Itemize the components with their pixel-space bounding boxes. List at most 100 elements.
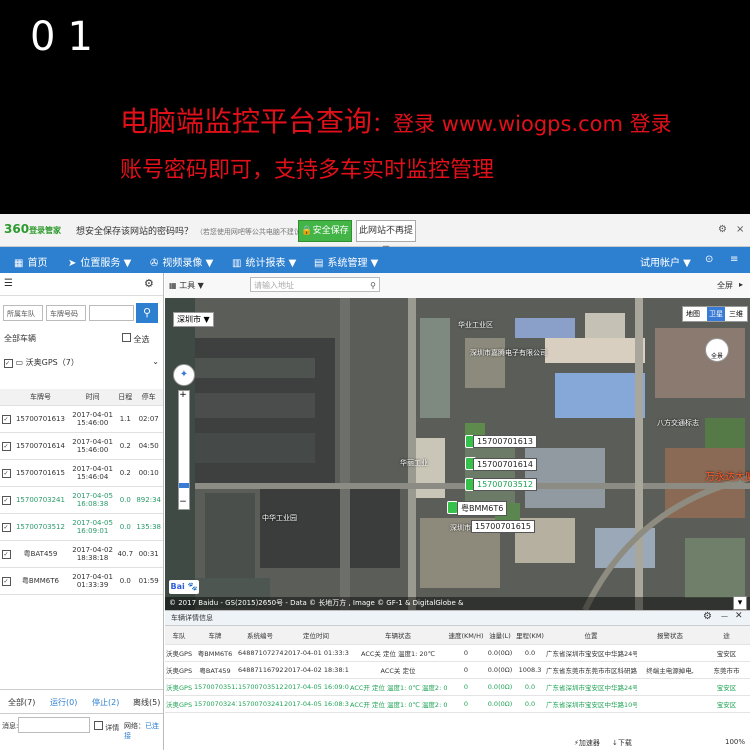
- vehicle-label[interactable]: 15700701614: [473, 458, 537, 471]
- cell-stop: 00:31: [134, 540, 163, 568]
- detail-cell-time: 2017-04-05 16:08:38: [283, 695, 349, 713]
- map-tool-menu[interactable]: ▦ 工具 ▼: [169, 280, 204, 291]
- satellite-map[interactable]: 深圳市 ▼ 地图 卫星 三维 全景 ✦ + − 华业工业区 深圳市嘉腾电子有限公…: [165, 298, 750, 610]
- minimize-icon[interactable]: —: [721, 612, 728, 620]
- download-button[interactable]: ↓下载: [612, 738, 632, 748]
- zoom-level[interactable]: 100%: [725, 738, 745, 746]
- never-prompt-button[interactable]: 此网站不再提示: [356, 220, 416, 256]
- detail-cell-status: ACC开 定位 温度1: 0℃ 温度2: 0℃: [349, 678, 447, 696]
- detail-col-header: 速度(KM/H): [447, 626, 485, 645]
- vehicle-row[interactable]: ✓ 15700703512 2017-04-05 16:09:01 0.0 135:38: [0, 513, 163, 541]
- detail-row[interactable]: 沃奥GPS 15700703512 15700703512 2017-04-05 16…: [165, 678, 750, 696]
- nav-location-service[interactable]: ➤ 位置服务 ▼: [68, 254, 131, 269]
- zoom-out-icon[interactable]: −: [178, 497, 188, 507]
- city-selector[interactable]: 深圳市 ▼: [173, 312, 214, 327]
- detail-cell-alarm: [637, 678, 703, 696]
- row-checkbox[interactable]: ✓: [0, 432, 12, 460]
- row-checkbox[interactable]: ✓: [0, 513, 12, 541]
- zoom-slider[interactable]: + −: [178, 390, 190, 510]
- plate-search-input[interactable]: [89, 305, 134, 321]
- more-icon[interactable]: ≡: [730, 254, 738, 265]
- zoom-handle[interactable]: [179, 483, 189, 488]
- detail-row[interactable]: 沃奥GPS 粤BAT459 64887116792 2017-04-02 18:38:…: [165, 661, 750, 679]
- detail-row[interactable]: 沃奥GPS 粤BMM6T6 64887107274 2017-04-01 01:33:…: [165, 644, 750, 662]
- search-button[interactable]: ⚲: [136, 303, 158, 323]
- screenshot: 360登录管家 想安全保存该网站的密码吗？ （若您使用网吧等公共电脑不建议保存）…: [0, 214, 750, 750]
- filter-running[interactable]: 运行(0): [50, 697, 77, 708]
- vehicle-label[interactable]: 15700701613: [473, 435, 537, 448]
- detail-cell-oil: 0.0(0Ω): [485, 661, 515, 679]
- row-checkbox[interactable]: ✓: [0, 540, 12, 568]
- detail-cell-fleet: 沃奥GPS: [165, 678, 193, 696]
- message-input[interactable]: [18, 717, 90, 733]
- detail-cell-location: 广东省深圳市宝安区中华路10号: [545, 695, 637, 713]
- zoom-in-icon[interactable]: +: [178, 390, 188, 400]
- location-pin-icon[interactable]: ⊙: [705, 254, 713, 265]
- group-row[interactable]: ✓ ▭ 沃奥GPS（7） ⌄: [4, 357, 159, 368]
- row-checkbox[interactable]: ✓: [0, 486, 12, 514]
- detail-checkbox[interactable]: 详情: [94, 721, 119, 733]
- vehicle-row[interactable]: ✓ 15700703241 2017-04-05 16:08:38 0.0 892:34: [0, 486, 163, 514]
- row-checkbox[interactable]: ✓: [0, 459, 12, 487]
- detail-row[interactable]: 沃奥GPS 15700703241 15700703241 2017-04-05 16…: [165, 695, 750, 713]
- vehicle-row[interactable]: ✓ 15700701613 2017-04-01 15:46:00 1.1 02:07: [0, 405, 163, 433]
- detail-table: 车队 车牌 系统编号 定位时间 车辆状态 速度(KM/H) 油量(L) 里程(KM) 位置 报警状…: [165, 626, 750, 713]
- detail-cell-route: 东莞市市: [703, 661, 750, 679]
- safe-save-button[interactable]: 🔒安全保存: [298, 220, 352, 242]
- system-icon: ▤: [314, 258, 324, 269]
- collapse-arrow-icon[interactable]: ▸: [739, 280, 743, 289]
- settings-gear-icon[interactable]: ⚙: [703, 611, 712, 622]
- fullscreen-button[interactable]: 全屏: [717, 280, 733, 291]
- detail-col-header: 系统编号: [237, 626, 283, 645]
- list-icon[interactable]: ☰: [4, 278, 13, 289]
- filter-all[interactable]: 全部(7): [8, 697, 35, 708]
- layer-3d[interactable]: 三维: [729, 309, 743, 319]
- nav-video[interactable]: ✇ 视频录像 ▼: [150, 254, 213, 269]
- close-icon[interactable]: ✕: [735, 611, 743, 621]
- layer-map[interactable]: 地图: [686, 309, 700, 319]
- cell-mileage: 0.0: [116, 567, 135, 595]
- nav-home[interactable]: ▦ 首页: [14, 254, 47, 269]
- cell-stop: 00:10: [134, 459, 163, 487]
- detail-col-header: 途: [703, 626, 750, 645]
- detail-cell-status: ACC开 定位 温度1: 0℃ 温度2: 0℃: [349, 695, 447, 713]
- vehicle-row[interactable]: ✓ 15700701614 2017-04-01 15:46:00 0.2 04:50: [0, 432, 163, 460]
- compass-icon[interactable]: ✦: [173, 364, 195, 386]
- row-checkbox[interactable]: ✓: [0, 567, 12, 595]
- cell-plate: 15700701614: [12, 432, 69, 460]
- nav-system[interactable]: ▤ 系统管理 ▼: [314, 254, 378, 269]
- vehicle-label[interactable]: 15700703512: [473, 478, 537, 491]
- chart-icon: ▥: [232, 258, 242, 269]
- gear-icon[interactable]: ⚙: [718, 224, 727, 235]
- layer-satellite[interactable]: 卫星: [707, 307, 725, 321]
- fleet-select[interactable]: 所属车队: [3, 305, 43, 321]
- promo-banner: 01 电脑端监控平台查询：登录 www.wiogps.com 登录 账号密码即可…: [0, 0, 750, 212]
- select-all-checkbox[interactable]: 全选: [122, 333, 150, 345]
- vehicle-row[interactable]: ✓ 15700701615 2017-04-01 15:46:04 0.2 00:10: [0, 459, 163, 487]
- cell-plate: 15700701615: [12, 459, 69, 487]
- filter-stopped[interactable]: 停止(2): [92, 697, 119, 708]
- location-arrow-icon: ➤: [68, 258, 77, 269]
- message-bar: 消息: 详情 网络：已连接: [0, 713, 163, 740]
- nav-reports[interactable]: ▥ 统计报表 ▼: [232, 254, 296, 269]
- accelerator-button[interactable]: ⚡加速器: [574, 738, 600, 748]
- detail-cell-status: ACC关 定位: [349, 661, 447, 679]
- row-checkbox[interactable]: ✓: [0, 405, 12, 433]
- detail-cell-speed: 0: [447, 661, 485, 679]
- vehicle-label[interactable]: 粤BMM6T6: [457, 501, 508, 516]
- collapse-map-icon[interactable]: ▾: [733, 596, 747, 610]
- detail-col-header: 车牌: [193, 626, 237, 645]
- collapse-icon[interactable]: ⌄: [152, 357, 159, 366]
- settings-gear-icon[interactable]: ⚙: [144, 277, 154, 290]
- trial-account-menu[interactable]: 试用帐户 ▼: [640, 254, 691, 269]
- close-icon[interactable]: ×: [736, 224, 744, 235]
- vehicle-label[interactable]: 15700701615: [471, 520, 535, 533]
- vehicle-row[interactable]: ✓ 粤BMM6T6 2017-04-01 01:33:39 0.0 01:59: [0, 567, 163, 595]
- plate-select[interactable]: 车牌号码: [46, 305, 86, 321]
- detail-cell-plate: 粤BMM6T6: [193, 644, 237, 662]
- map-search-input[interactable]: 请输入地址 ⚲: [250, 277, 380, 292]
- grid-icon: ▦: [169, 281, 177, 290]
- filter-offline[interactable]: 离线(5): [133, 697, 160, 708]
- panorama-button[interactable]: 全景: [705, 338, 729, 362]
- vehicle-row[interactable]: ✓ 粤BAT459 2017-04-02 18:38:18 40.7 00:31: [0, 540, 163, 568]
